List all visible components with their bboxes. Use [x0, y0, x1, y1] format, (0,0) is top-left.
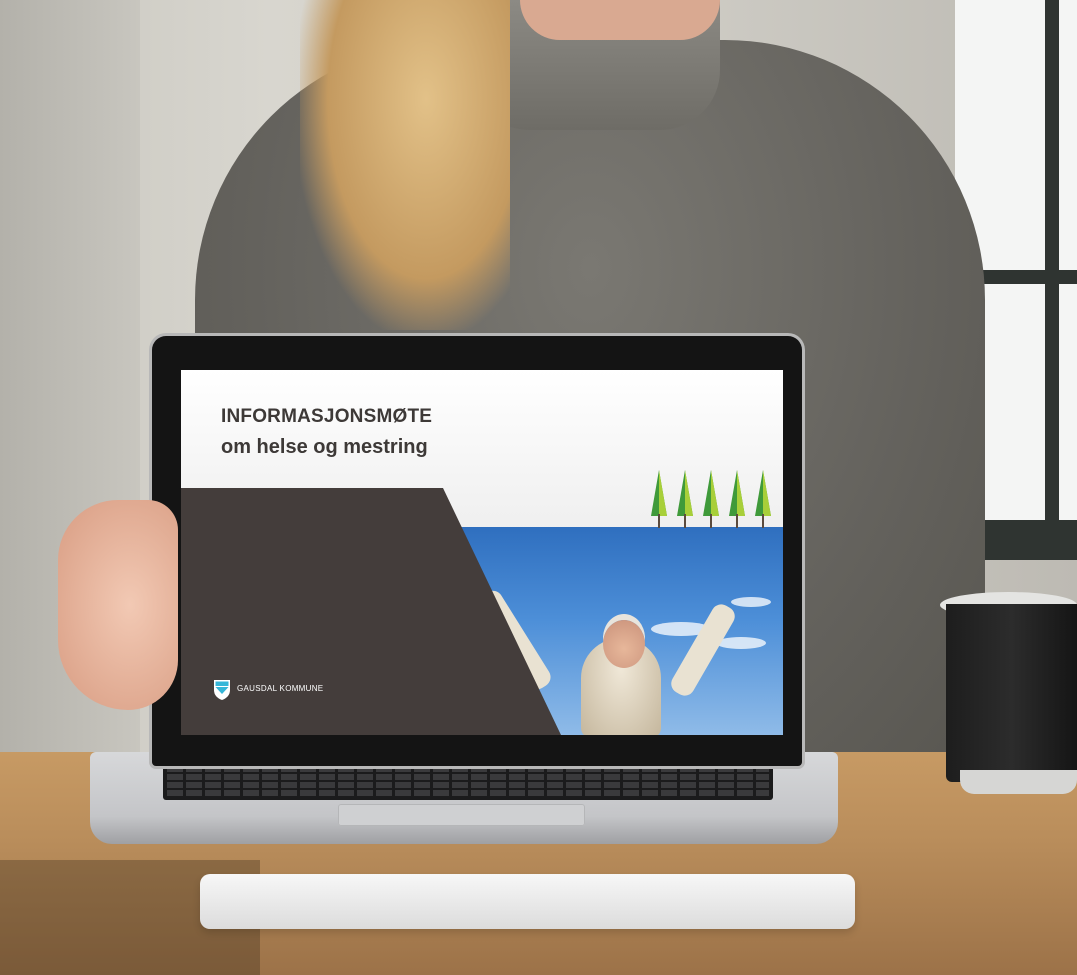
tree-icon [703, 470, 719, 528]
laptop-keyboard [163, 762, 773, 800]
external-keyboard [200, 874, 855, 929]
tree-icon [677, 470, 693, 528]
tree-icon [755, 470, 771, 528]
tree-icon [729, 470, 745, 528]
laptop-screen: INFORMASJONSMØTE om helse og mestring GA… [181, 370, 783, 735]
person-hair [300, 0, 510, 330]
laptop-trackpad [338, 804, 585, 826]
person-chin [520, 0, 720, 40]
tree-icon [651, 470, 667, 528]
logo-text: GAUSDAL KOMMUNE [237, 684, 324, 693]
slide-title: INFORMASJONSMØTE [221, 406, 433, 427]
photo-scene: INFORMASJONSMØTE om helse og mestring GA… [0, 0, 1077, 975]
hand [58, 500, 178, 710]
slide-subtitle: om helse og mestring [221, 436, 428, 458]
tree-row [651, 470, 781, 528]
coffee-cup [940, 592, 1077, 802]
gausdal-shield-icon [214, 680, 230, 700]
